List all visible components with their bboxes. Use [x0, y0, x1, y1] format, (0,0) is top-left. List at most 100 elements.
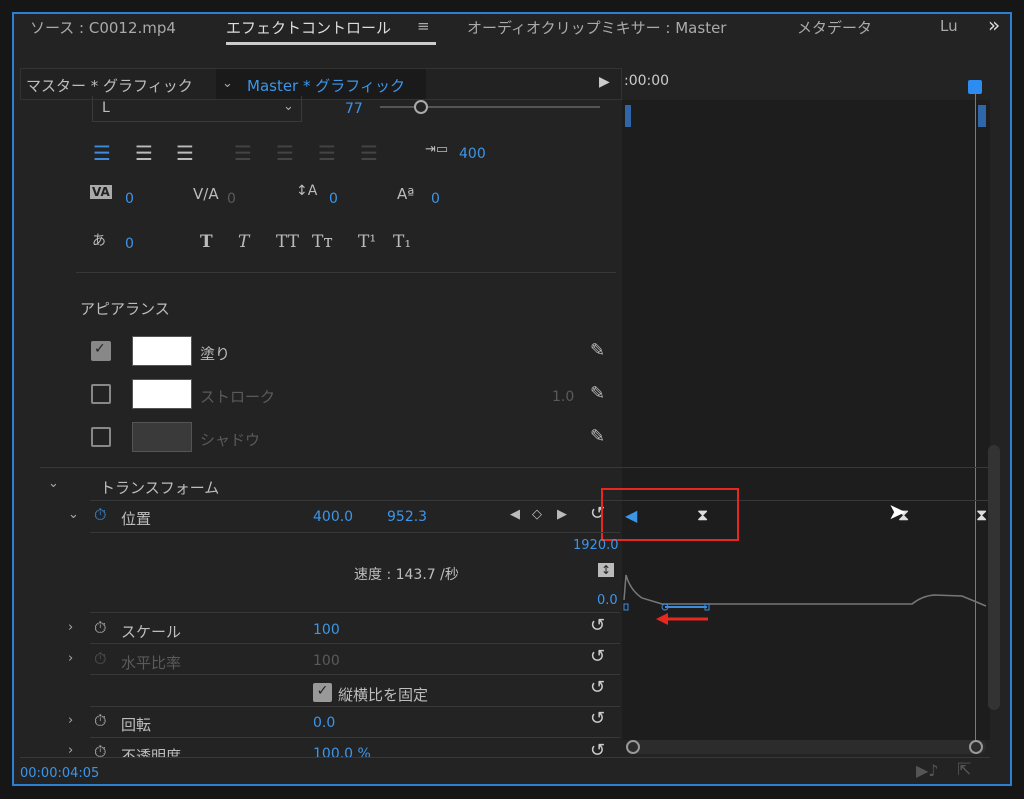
rotation-label: 回転: [121, 716, 152, 734]
stopwatch-icon[interactable]: ⏱: [94, 742, 106, 757]
divider: [76, 272, 616, 273]
reset-icon[interactable]: ↺: [590, 615, 605, 636]
tab-width-icon: ⇥▭: [425, 142, 449, 157]
chevron-right-icon[interactable]: ›: [68, 743, 73, 757]
stopwatch-icon[interactable]: ⏱: [94, 505, 106, 525]
tab-overflow-icon[interactable]: »: [988, 13, 1000, 37]
stroke-width-value[interactable]: 1.0: [552, 389, 574, 405]
mouse-cursor: ➤: [888, 500, 907, 525]
chevron-right-icon[interactable]: ›: [68, 713, 73, 728]
current-timecode[interactable]: 00:00:04:05: [20, 766, 99, 781]
tab-source[interactable]: ソース : C0012.mp4: [30, 17, 176, 38]
playhead-handle[interactable]: [968, 80, 982, 94]
fill-checkbox[interactable]: ✓: [91, 341, 111, 361]
opacity-value[interactable]: 100.0 %: [313, 746, 371, 757]
clip-label[interactable]: Master * グラフィック: [247, 75, 405, 96]
tab-audio-mixer[interactable]: オーディオクリップミキサー : Master: [467, 17, 726, 38]
horizontal-scrollbar[interactable]: [626, 740, 986, 754]
position-x-value[interactable]: 400.0: [313, 509, 353, 525]
next-keyframe-icon[interactable]: ▶: [557, 507, 567, 522]
stopwatch-icon[interactable]: ⏱: [94, 618, 106, 638]
eyedropper-icon[interactable]: ✎: [590, 340, 605, 361]
position-y-value[interactable]: 952.3: [387, 509, 427, 525]
velocity-graph[interactable]: [622, 560, 990, 630]
play-triangle-icon[interactable]: ▶: [599, 74, 610, 90]
baseline-shift-icon: Aª: [397, 185, 415, 203]
reset-icon[interactable]: ↺: [590, 708, 605, 729]
slider-thumb[interactable]: [414, 100, 428, 114]
kerning-value[interactable]: 0: [227, 191, 236, 207]
tab-effect-controls[interactable]: エフェクトコントロール: [226, 17, 391, 38]
divider: [40, 467, 990, 468]
align-left-icon[interactable]: ☰: [93, 141, 111, 165]
font-size-value[interactable]: 77: [345, 101, 363, 117]
tsume-icon: あ: [92, 233, 106, 249]
tab-metadata[interactable]: メタデータ: [797, 17, 872, 38]
subscript-button[interactable]: T₁: [393, 232, 411, 252]
leading-icon: ↕A: [296, 183, 318, 199]
baseline-value[interactable]: 0: [431, 191, 440, 207]
font-size-slider[interactable]: [380, 106, 600, 108]
justify-left-icon[interactable]: ☰: [234, 141, 252, 165]
shadow-color-swatch[interactable]: [132, 422, 192, 452]
divider: [90, 706, 620, 707]
divider: [90, 737, 620, 738]
stopwatch-icon: ⏱: [94, 649, 107, 668]
stroke-color-swatch[interactable]: [132, 379, 192, 409]
divider: [20, 757, 990, 758]
divider: [90, 532, 620, 533]
reset-icon[interactable]: ↺: [590, 646, 605, 667]
keyframe-hourglass[interactable]: ⧗: [976, 505, 987, 525]
align-center-icon[interactable]: ☰: [135, 141, 153, 165]
reset-icon[interactable]: ↺: [590, 740, 605, 757]
stopwatch-icon[interactable]: ⏱: [94, 711, 106, 731]
graph-scale-icon[interactable]: ↕: [598, 563, 615, 577]
small-caps-button[interactable]: Tт: [312, 232, 333, 252]
all-caps-button[interactable]: TT: [276, 232, 299, 252]
add-keyframe-icon[interactable]: ◇: [532, 507, 542, 522]
scale-label: スケール: [121, 623, 182, 641]
justify-right-icon[interactable]: ☰: [318, 141, 336, 165]
play-audio-icon[interactable]: ▶♪: [916, 761, 939, 780]
chevron-down-icon[interactable]: ⌄: [283, 99, 294, 114]
faux-italic-button[interactable]: T: [238, 232, 249, 252]
fill-label: 塗り: [200, 345, 231, 363]
export-icon[interactable]: ⇱: [957, 760, 971, 780]
stroke-checkbox[interactable]: [91, 384, 111, 404]
shadow-checkbox[interactable]: [91, 427, 111, 447]
keyframe-point: [623, 603, 629, 611]
reset-icon[interactable]: ↺: [590, 677, 605, 698]
tab-lumetri[interactable]: Lu: [940, 17, 958, 35]
chevron-down-icon[interactable]: ⌄: [68, 507, 79, 522]
graph-min-value: 0.0: [597, 593, 618, 608]
shadow-label: シャドウ: [200, 431, 261, 449]
uniform-scale-checkbox[interactable]: ✓: [313, 683, 332, 702]
chevron-right-icon[interactable]: ›: [68, 651, 73, 666]
justify-all-icon[interactable]: ☰: [360, 141, 378, 165]
rotation-value[interactable]: 0.0: [313, 715, 335, 731]
font-style-dropdown[interactable]: [92, 96, 302, 122]
superscript-button[interactable]: T¹: [358, 232, 376, 252]
eyedropper-icon[interactable]: ✎: [590, 383, 605, 404]
tracking-value[interactable]: 0: [125, 191, 134, 207]
playhead[interactable]: [975, 80, 976, 740]
justify-center-icon[interactable]: ☰: [276, 141, 294, 165]
horizontal-scale-value: 100: [313, 653, 340, 669]
master-clip-label[interactable]: マスター * グラフィック: [26, 75, 193, 96]
leading-value[interactable]: 0: [329, 191, 338, 207]
scroll-handle-left[interactable]: [626, 740, 640, 754]
chevron-down-icon[interactable]: ⌄: [48, 476, 59, 491]
tab-width-value[interactable]: 400: [459, 146, 486, 162]
fill-color-swatch[interactable]: [132, 336, 192, 366]
align-right-icon[interactable]: ☰: [176, 141, 194, 165]
eyedropper-icon[interactable]: ✎: [590, 426, 605, 447]
scroll-handle-right[interactable]: [969, 740, 983, 754]
faux-bold-button[interactable]: T: [200, 232, 213, 252]
chevron-down-icon[interactable]: ⌄: [222, 76, 233, 91]
chevron-right-icon[interactable]: ›: [68, 620, 73, 635]
tsume-value[interactable]: 0: [125, 236, 134, 252]
scale-value[interactable]: 100: [313, 622, 340, 638]
timeline-start-time: :00:00: [624, 73, 670, 89]
previous-keyframe-icon[interactable]: ◀: [510, 507, 520, 522]
tab-menu-icon[interactable]: ≡: [417, 17, 430, 35]
